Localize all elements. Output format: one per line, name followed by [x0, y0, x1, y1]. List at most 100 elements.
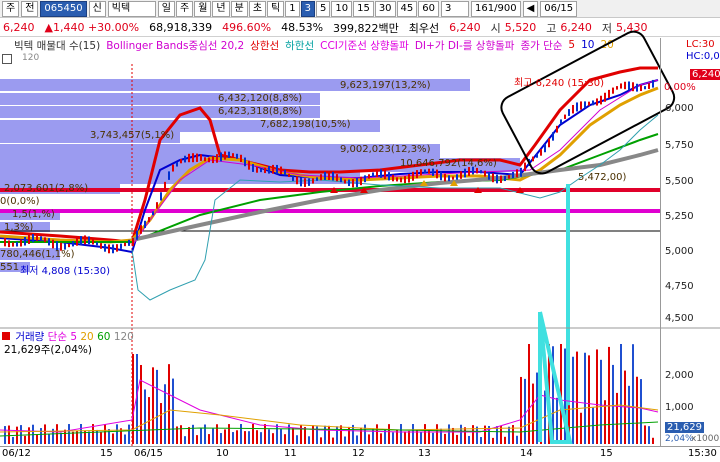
volume-bar	[588, 355, 590, 444]
volume-bar	[256, 430, 258, 444]
candle	[484, 170, 486, 177]
volume-bar	[188, 427, 190, 444]
volume-bar	[64, 429, 66, 444]
candle	[88, 236, 90, 245]
volume-bar	[444, 433, 446, 444]
candle	[280, 166, 282, 175]
volume-bar	[80, 424, 82, 444]
candle	[128, 239, 130, 246]
candle	[520, 167, 522, 177]
volume-bar	[264, 424, 266, 444]
candle	[644, 86, 646, 90]
candle	[632, 82, 634, 92]
high-annotation: 최고 6,240 (15:30)	[514, 78, 605, 89]
volume-bar	[8, 425, 10, 444]
candle	[248, 160, 250, 170]
candle	[404, 176, 406, 184]
volume-bar	[392, 432, 394, 444]
candle	[116, 244, 118, 252]
volume-bar	[356, 435, 358, 444]
volume-bar	[216, 424, 218, 444]
volume-bar	[228, 424, 230, 444]
date-label: 15	[600, 448, 613, 459]
candle	[636, 83, 638, 92]
candle	[596, 98, 598, 106]
candle	[332, 171, 334, 181]
candle	[312, 178, 314, 184]
price-tick: 4,750	[665, 281, 694, 292]
candle	[368, 174, 370, 179]
candle	[208, 157, 210, 163]
volume-bar	[208, 434, 210, 444]
volume-bar	[580, 412, 582, 444]
volume-bar	[532, 383, 534, 444]
volume-legend-icon	[2, 332, 10, 340]
candle	[396, 177, 398, 182]
candle	[20, 239, 22, 247]
volume-profile-label: 551	[0, 262, 20, 273]
candle	[328, 171, 330, 181]
candle	[536, 153, 538, 158]
candle	[628, 81, 630, 91]
candle	[24, 236, 26, 246]
candle	[504, 175, 506, 182]
date-label: 10	[216, 448, 229, 459]
candle	[360, 176, 362, 186]
candle	[572, 104, 574, 114]
volume-bar	[600, 359, 602, 444]
volume-bar	[24, 435, 26, 444]
volume-bar	[400, 424, 402, 444]
candle	[48, 238, 50, 246]
volume-bar	[300, 424, 302, 444]
candle	[288, 173, 290, 177]
candle	[512, 171, 514, 179]
candle	[452, 176, 454, 180]
candle	[532, 156, 534, 162]
volume-bar	[572, 356, 574, 444]
candle	[492, 173, 494, 183]
volume-bar	[144, 389, 146, 444]
volume-bar	[340, 425, 342, 444]
candle	[12, 242, 14, 247]
candle	[488, 171, 490, 180]
candle	[100, 243, 102, 249]
candle	[500, 175, 502, 183]
volume-bar	[528, 344, 530, 444]
candle	[268, 166, 270, 174]
candle	[4, 237, 6, 247]
volume-bar	[344, 436, 346, 444]
volume-bar	[556, 397, 558, 444]
candle	[412, 171, 414, 181]
candle	[376, 170, 378, 178]
date-label: 13	[418, 448, 431, 459]
candle	[560, 119, 562, 124]
candle	[384, 170, 386, 180]
candle	[284, 169, 286, 176]
candle	[556, 125, 558, 133]
candle	[364, 175, 366, 183]
candle	[348, 179, 350, 187]
volume-bar	[328, 425, 330, 444]
candle	[428, 168, 430, 174]
candle	[564, 114, 566, 119]
volume-bar	[464, 427, 466, 444]
candle	[140, 225, 142, 234]
volume-bar	[140, 364, 142, 444]
candle	[236, 153, 238, 159]
candle	[168, 171, 170, 180]
volume-bar	[88, 431, 90, 444]
volume-bar	[160, 403, 162, 444]
candle	[380, 169, 382, 178]
price-chart[interactable]	[0, 0, 720, 446]
volume-bar	[536, 372, 538, 444]
candle	[204, 157, 206, 162]
volume-bar	[236, 430, 238, 444]
candle	[308, 178, 310, 186]
date-label: 12	[352, 448, 365, 459]
candle	[188, 153, 190, 163]
volume-bar	[20, 425, 22, 444]
volume-bar	[272, 433, 274, 444]
candle	[276, 164, 278, 174]
volume-bar	[616, 392, 618, 444]
volume-bar	[104, 424, 106, 444]
